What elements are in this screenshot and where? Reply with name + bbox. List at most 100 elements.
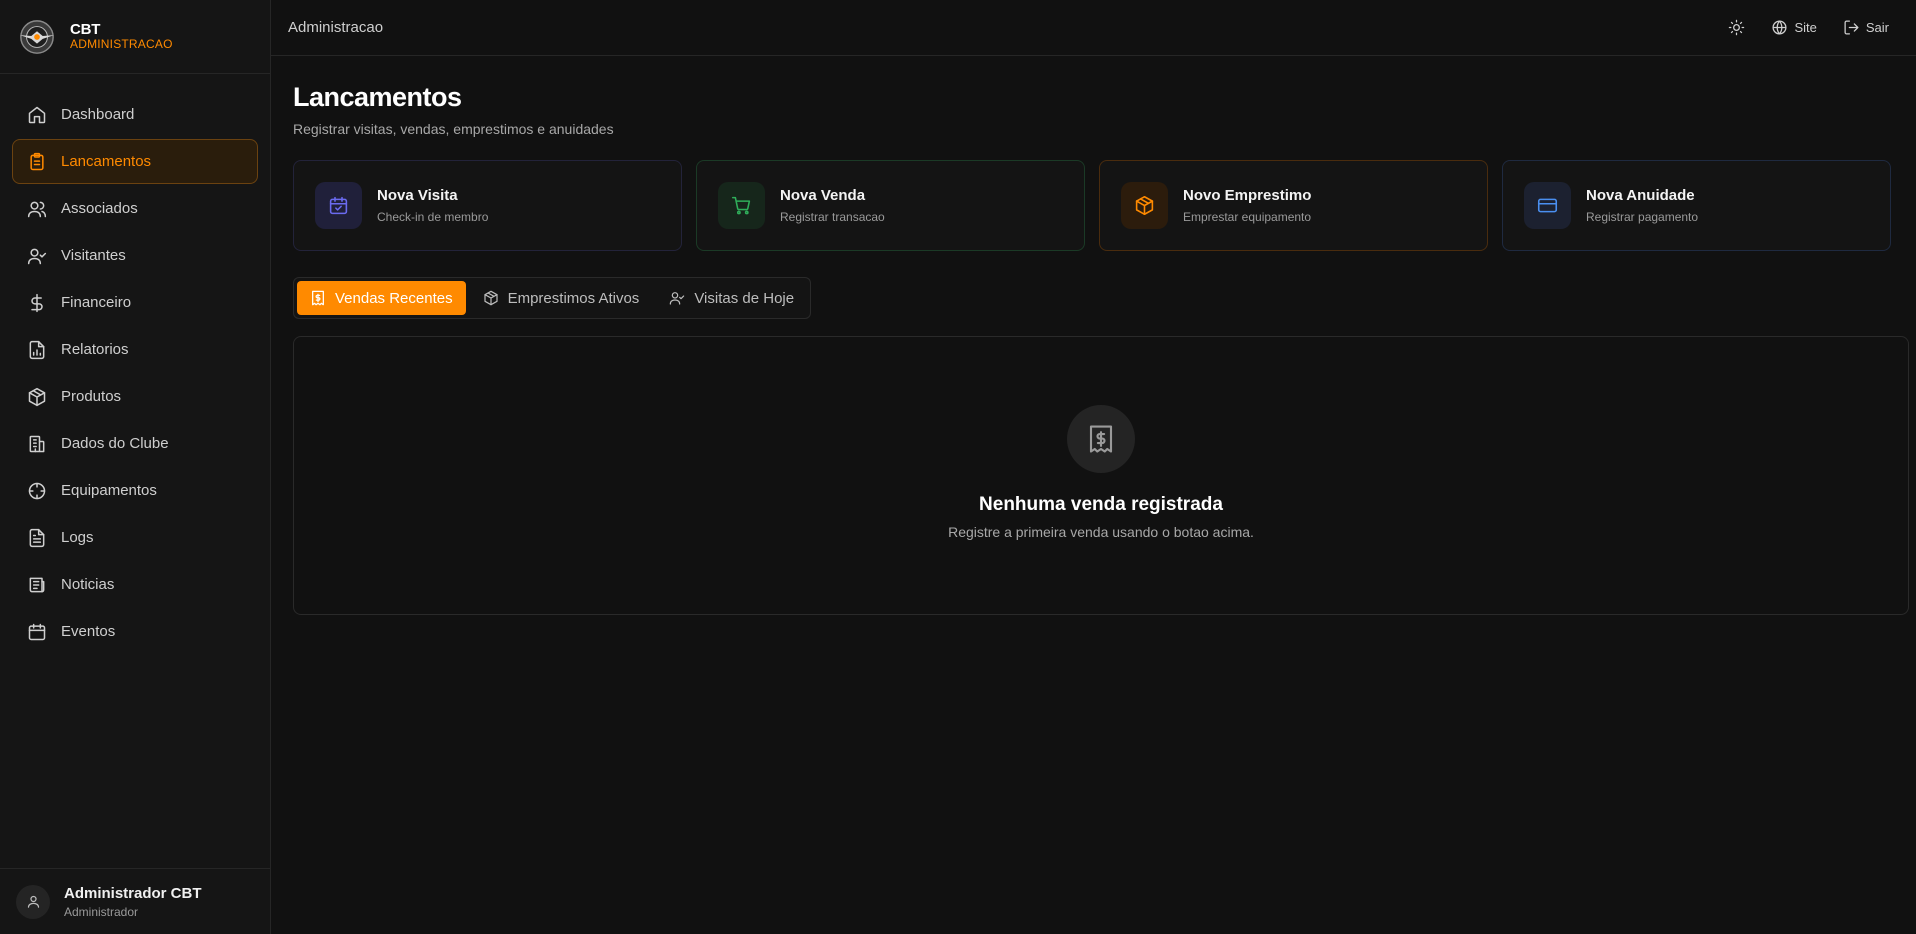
sidebar-item-visitantes[interactable]: Visitantes	[12, 233, 258, 278]
sidebar: CBT ADMINISTRACAO Dashboard Lancamentos …	[0, 0, 271, 934]
sidebar-item-lancamentos[interactable]: Lancamentos	[12, 139, 258, 184]
sidebar-item-relatorios[interactable]: Relatorios	[12, 327, 258, 372]
user-icon	[27, 895, 39, 908]
sidebar-item-eventos[interactable]: Eventos	[12, 609, 258, 654]
receipt-icon	[1089, 425, 1113, 453]
topbar-actions: Site Sair	[1728, 19, 1899, 36]
tab-emprestimos-ativos[interactable]: Emprestimos Ativos	[470, 281, 653, 315]
sidebar-item-financeiro[interactable]: Financeiro	[12, 280, 258, 325]
page-title: Lancamentos	[293, 82, 462, 112]
package-icon	[483, 290, 498, 306]
sidebar-item-equipamentos[interactable]: Equipamentos	[12, 468, 258, 513]
file-text-icon	[29, 528, 45, 547]
users-icon	[27, 201, 47, 217]
tab-panel-vendas: Nenhuma venda registrada Registre a prim…	[293, 336, 1909, 615]
brand-subtitle: ADMINISTRACAO	[70, 37, 173, 52]
novo-emprestimo-card[interactable]: Novo Emprestimo Emprestar equipamento	[1099, 160, 1488, 251]
tab-vendas-recentes[interactable]: Vendas Recentes	[297, 281, 466, 315]
card-text: Nova Visita Check-in de membro	[377, 187, 488, 224]
clipboard-icon	[30, 152, 44, 170]
site-link[interactable]: Site	[1771, 19, 1817, 36]
tab-label: Visitas de Hoje	[694, 289, 795, 307]
app-root: CBT ADMINISTRACAO Dashboard Lancamentos …	[0, 0, 1916, 934]
sidebar-item-label: Associados	[61, 200, 138, 217]
card-subtitle: Emprestar equipamento	[1183, 210, 1312, 224]
nova-visita-card[interactable]: Nova Visita Check-in de membro	[293, 160, 682, 251]
card-icon-box	[315, 182, 362, 229]
card-text: Nova Anuidade Registrar pagamento	[1586, 187, 1698, 224]
sidebar-item-label: Eventos	[61, 623, 116, 640]
tab-label: Vendas Recentes	[335, 289, 453, 307]
brand-header[interactable]: CBT ADMINISTRACAO	[0, 0, 270, 74]
sidebar-item-dashboard[interactable]: Dashboard	[12, 92, 258, 137]
sidebar-item-label: Relatorios	[61, 341, 129, 358]
sidebar-item-label: Financeiro	[61, 294, 132, 311]
sidebar-item-produtos[interactable]: Produtos	[12, 374, 258, 419]
card-title: Nova Venda	[780, 187, 866, 204]
home-icon	[28, 106, 46, 123]
tabs-list: Vendas Recentes Emprestimos Ativos Visit…	[293, 277, 812, 319]
card-subtitle: Registrar pagamento	[1586, 210, 1699, 224]
user-profile[interactable]: Administrador CBT Administrador	[0, 868, 270, 934]
card-title: Nova Visita	[377, 187, 458, 204]
tab-visitas-de-hoje[interactable]: Visitas de Hoje	[656, 281, 807, 315]
empty-state-icon-box	[1067, 405, 1135, 473]
site-label: Site	[1794, 20, 1817, 35]
user-text: Administrador CBT Administrador	[64, 885, 202, 919]
sidebar-nav: Dashboard Lancamentos Associados Visitan…	[0, 74, 270, 868]
empty-state-subtitle: Registre a primeira venda usando o botao…	[948, 524, 1254, 540]
sidebar-item-label: Dashboard	[61, 106, 135, 123]
theme-toggle-button[interactable]	[1728, 19, 1745, 36]
card-title: Nova Anuidade	[1586, 187, 1695, 204]
card-title: Novo Emprestimo	[1183, 187, 1312, 204]
page-subtitle: Registrar visitas, vendas, emprestimos e…	[293, 121, 614, 137]
package-icon	[28, 387, 46, 406]
sidebar-item-label: Dados do Clube	[61, 435, 169, 452]
sidebar-item-dados-do-clube[interactable]: Dados do Clube	[12, 421, 258, 466]
sidebar-item-noticias[interactable]: Noticias	[12, 562, 258, 607]
club-logo	[19, 19, 55, 54]
credit-card-icon	[1537, 198, 1558, 213]
package-icon	[1135, 195, 1154, 216]
quick-actions: Nova Visita Check-in de membro Nova Vend…	[293, 160, 1894, 251]
user-role: Administrador	[64, 904, 139, 919]
cart-icon	[731, 196, 751, 215]
sidebar-item-label: Noticias	[61, 576, 115, 593]
card-text: Nova Venda Registrar transacao	[780, 187, 885, 224]
sidebar-item-logs[interactable]: Logs	[12, 515, 258, 560]
calendar-check-icon	[329, 196, 348, 215]
sidebar-item-label: Equipamentos	[61, 482, 157, 499]
card-subtitle: Check-in de membro	[377, 210, 489, 224]
sidebar-item-associados[interactable]: Associados	[12, 186, 258, 231]
main-area: Administracao Site Sair Lancamentos Regi…	[271, 0, 1916, 934]
dollar-icon	[31, 293, 43, 312]
topbar: Administracao Site Sair	[271, 0, 1916, 56]
user-name: Administrador CBT	[64, 884, 202, 902]
brand-name: CBT	[70, 20, 101, 38]
calendar-icon	[28, 623, 46, 640]
logout-icon	[1844, 20, 1859, 35]
crosshair-icon	[28, 482, 46, 499]
globe-icon	[1772, 20, 1787, 35]
logout-button[interactable]: Sair	[1843, 19, 1889, 36]
user-check-icon	[670, 292, 685, 305]
newspaper-icon	[29, 577, 45, 592]
card-text: Novo Emprestimo Emprestar equipamento	[1183, 187, 1311, 224]
sun-icon	[1729, 19, 1745, 36]
user-check-icon	[27, 248, 47, 264]
tab-label: Emprestimos Ativos	[507, 289, 640, 307]
sidebar-item-label: Lancamentos	[61, 153, 152, 170]
sidebar-item-label: Produtos	[61, 388, 122, 405]
nova-venda-card[interactable]: Nova Venda Registrar transacao	[696, 160, 1085, 251]
logout-label: Sair	[1865, 20, 1889, 35]
card-icon-box	[1121, 182, 1168, 229]
building-icon	[29, 435, 45, 452]
topbar-title: Administracao	[288, 19, 384, 36]
sidebar-item-label: Logs	[61, 529, 94, 546]
nova-anuidade-card[interactable]: Nova Anuidade Registrar pagamento	[1502, 160, 1891, 251]
brand-text: CBT ADMINISTRACAO	[70, 21, 173, 52]
card-icon-box	[718, 182, 765, 229]
receipt-icon	[312, 290, 324, 306]
report-icon	[29, 340, 45, 359]
content: Lancamentos Registrar visitas, vendas, e…	[271, 56, 1916, 615]
